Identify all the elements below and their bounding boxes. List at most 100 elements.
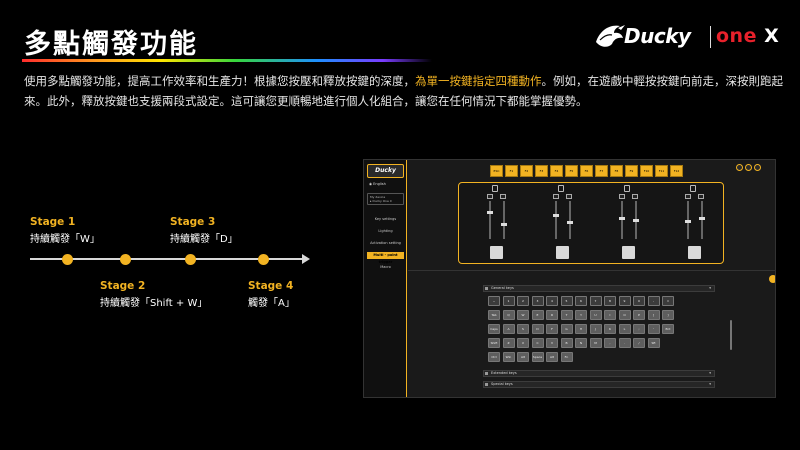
key-2-5[interactable]: R (546, 310, 558, 320)
top-key-f2[interactable]: F2 (520, 165, 533, 177)
key-5-5[interactable]: Alt (546, 352, 558, 362)
assigned-key-slot[interactable] (556, 246, 569, 259)
key-4-1[interactable]: Shift (488, 338, 500, 348)
top-key-f4[interactable]: F4 (550, 165, 563, 177)
key-2-4[interactable]: E (531, 310, 544, 320)
key-5-6[interactable]: Fn (560, 352, 573, 362)
key-4-6[interactable]: B (560, 338, 573, 348)
menu-multi-point-trigger[interactable]: Multi - point trigger (367, 252, 404, 264)
key-4-11[interactable]: / (633, 338, 645, 348)
key-3-4[interactable]: D (531, 324, 544, 334)
press-slider-handle[interactable] (487, 211, 493, 214)
release-slider-handle[interactable] (699, 217, 705, 220)
settings-icon[interactable] (745, 164, 752, 171)
press-slider-handle[interactable] (685, 220, 691, 223)
section-special-keys[interactable]: Special keys ▾ (483, 381, 715, 388)
key-3-12[interactable]: ' (647, 324, 660, 334)
key-3-2[interactable]: A (502, 324, 515, 334)
top-key-f3[interactable]: F3 (535, 165, 548, 177)
top-key-esc[interactable]: ESC (490, 165, 503, 177)
key-5-3[interactable]: Alt (517, 352, 529, 362)
press-slider-handle[interactable] (553, 214, 559, 217)
assigned-key-slot[interactable] (622, 246, 635, 259)
release-toggle[interactable] (698, 194, 704, 199)
key-1-9[interactable]: 8 (604, 296, 616, 306)
device-selector[interactable]: My device ▸ Ducky One X (367, 193, 404, 205)
release-slider[interactable] (701, 201, 703, 239)
keys-scrollbar[interactable] (730, 320, 732, 350)
key-1-2[interactable]: 1 (502, 296, 515, 306)
press-slider[interactable] (621, 201, 623, 239)
key-4-9[interactable]: , (604, 338, 616, 348)
key-3-3[interactable]: S (517, 324, 529, 334)
key-4-10[interactable]: . (618, 338, 631, 348)
key-1-10[interactable]: 9 (618, 296, 631, 306)
top-key-f6[interactable]: F6 (580, 165, 593, 177)
press-toggle[interactable] (553, 194, 559, 199)
top-key-f5[interactable]: F5 (565, 165, 578, 177)
release-toggle[interactable] (500, 194, 506, 199)
key-2-11[interactable]: P (633, 310, 645, 320)
release-slider-handle[interactable] (567, 221, 573, 224)
key-2-1[interactable]: Tab (488, 310, 500, 320)
press-slider[interactable] (489, 201, 491, 239)
assigned-key-slot[interactable] (688, 246, 701, 259)
press-toggle[interactable] (685, 194, 691, 199)
top-key-f8[interactable]: F8 (610, 165, 623, 177)
key-2-8[interactable]: U (589, 310, 602, 320)
key-3-8[interactable]: J (589, 324, 602, 334)
key-4-8[interactable]: M (589, 338, 602, 348)
key-1-7[interactable]: 6 (575, 296, 587, 306)
key-5-1[interactable]: Ctrl (488, 352, 500, 362)
assigned-key-slot[interactable] (490, 246, 503, 259)
reset-icon[interactable] (769, 275, 775, 283)
press-slider-handle[interactable] (619, 217, 625, 220)
key-5-2[interactable]: Win (502, 352, 515, 362)
key-3-5[interactable]: F (546, 324, 558, 334)
key-2-10[interactable]: O (618, 310, 631, 320)
key-2-13[interactable]: ] (662, 310, 674, 320)
key-5-4[interactable]: Space (531, 352, 544, 362)
key-3-11[interactable]: ; (633, 324, 645, 334)
top-key-f10[interactable]: F10 (640, 165, 653, 177)
key-1-3[interactable]: 2 (517, 296, 529, 306)
press-toggle[interactable] (487, 194, 493, 199)
key-4-3[interactable]: X (517, 338, 529, 348)
key-4-12[interactable]: Sft (647, 338, 660, 348)
key-2-3[interactable]: W (517, 310, 529, 320)
close-icon[interactable] (754, 164, 761, 171)
key-3-7[interactable]: H (575, 324, 587, 334)
menu-activation-setting[interactable]: Activation setting (367, 240, 404, 247)
key-2-9[interactable]: I (604, 310, 616, 320)
key-3-6[interactable]: G (560, 324, 573, 334)
language-select[interactable]: ◉ English (369, 182, 386, 186)
key-2-6[interactable]: T (560, 310, 573, 320)
key-3-9[interactable]: K (604, 324, 616, 334)
key-4-2[interactable]: Z (502, 338, 515, 348)
key-1-8[interactable]: 7 (589, 296, 602, 306)
top-key-f7[interactable]: F7 (595, 165, 608, 177)
release-slider[interactable] (569, 201, 571, 239)
key-2-7[interactable]: Y (575, 310, 587, 320)
key-4-4[interactable]: C (531, 338, 544, 348)
release-slider-handle[interactable] (501, 223, 507, 226)
top-key-f12[interactable]: F12 (670, 165, 683, 177)
section-general-keys[interactable]: General keys ▾ (483, 285, 715, 292)
menu-key-settings[interactable]: Key settings (367, 216, 404, 223)
key-1-5[interactable]: 4 (546, 296, 558, 306)
key-1-12[interactable]: - (647, 296, 660, 306)
press-toggle[interactable] (619, 194, 625, 199)
menu-lighting[interactable]: Lighting (367, 228, 404, 235)
key-3-13[interactable]: Ent (662, 324, 674, 334)
key-1-1[interactable]: ~ (488, 296, 500, 306)
key-2-2[interactable]: Q (502, 310, 515, 320)
key-1-6[interactable]: 5 (560, 296, 573, 306)
release-slider[interactable] (503, 201, 505, 239)
key-4-7[interactable]: N (575, 338, 587, 348)
key-4-5[interactable]: V (546, 338, 558, 348)
release-toggle[interactable] (566, 194, 572, 199)
release-slider-handle[interactable] (633, 219, 639, 222)
press-slider[interactable] (555, 201, 557, 239)
top-key-f1[interactable]: F1 (505, 165, 518, 177)
key-3-10[interactable]: L (618, 324, 631, 334)
